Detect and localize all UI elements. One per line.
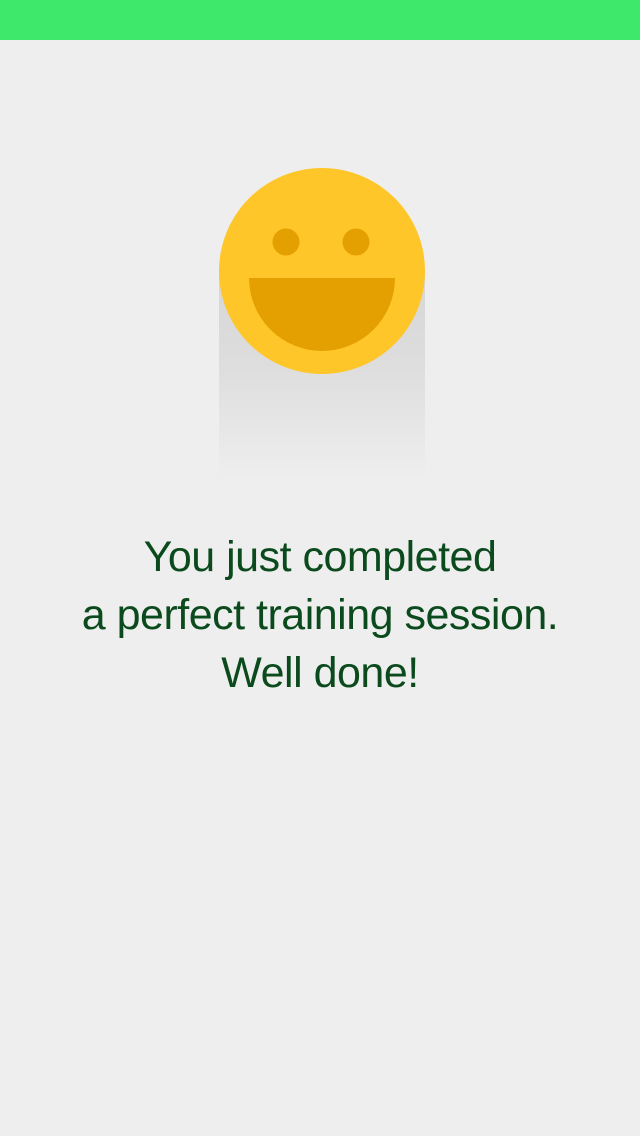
smiley-left-eye <box>272 228 300 256</box>
smiley-right-eye <box>342 228 370 256</box>
message-line-1: You just completed <box>143 533 497 581</box>
smiley-face-icon <box>219 168 425 374</box>
status-bar <box>0 0 640 40</box>
message-line-3: Well done! <box>221 649 419 697</box>
completion-message: You just completed a perfect training se… <box>0 528 640 702</box>
message-line-2: a perfect training session. <box>81 591 559 639</box>
success-illustration <box>219 168 425 480</box>
